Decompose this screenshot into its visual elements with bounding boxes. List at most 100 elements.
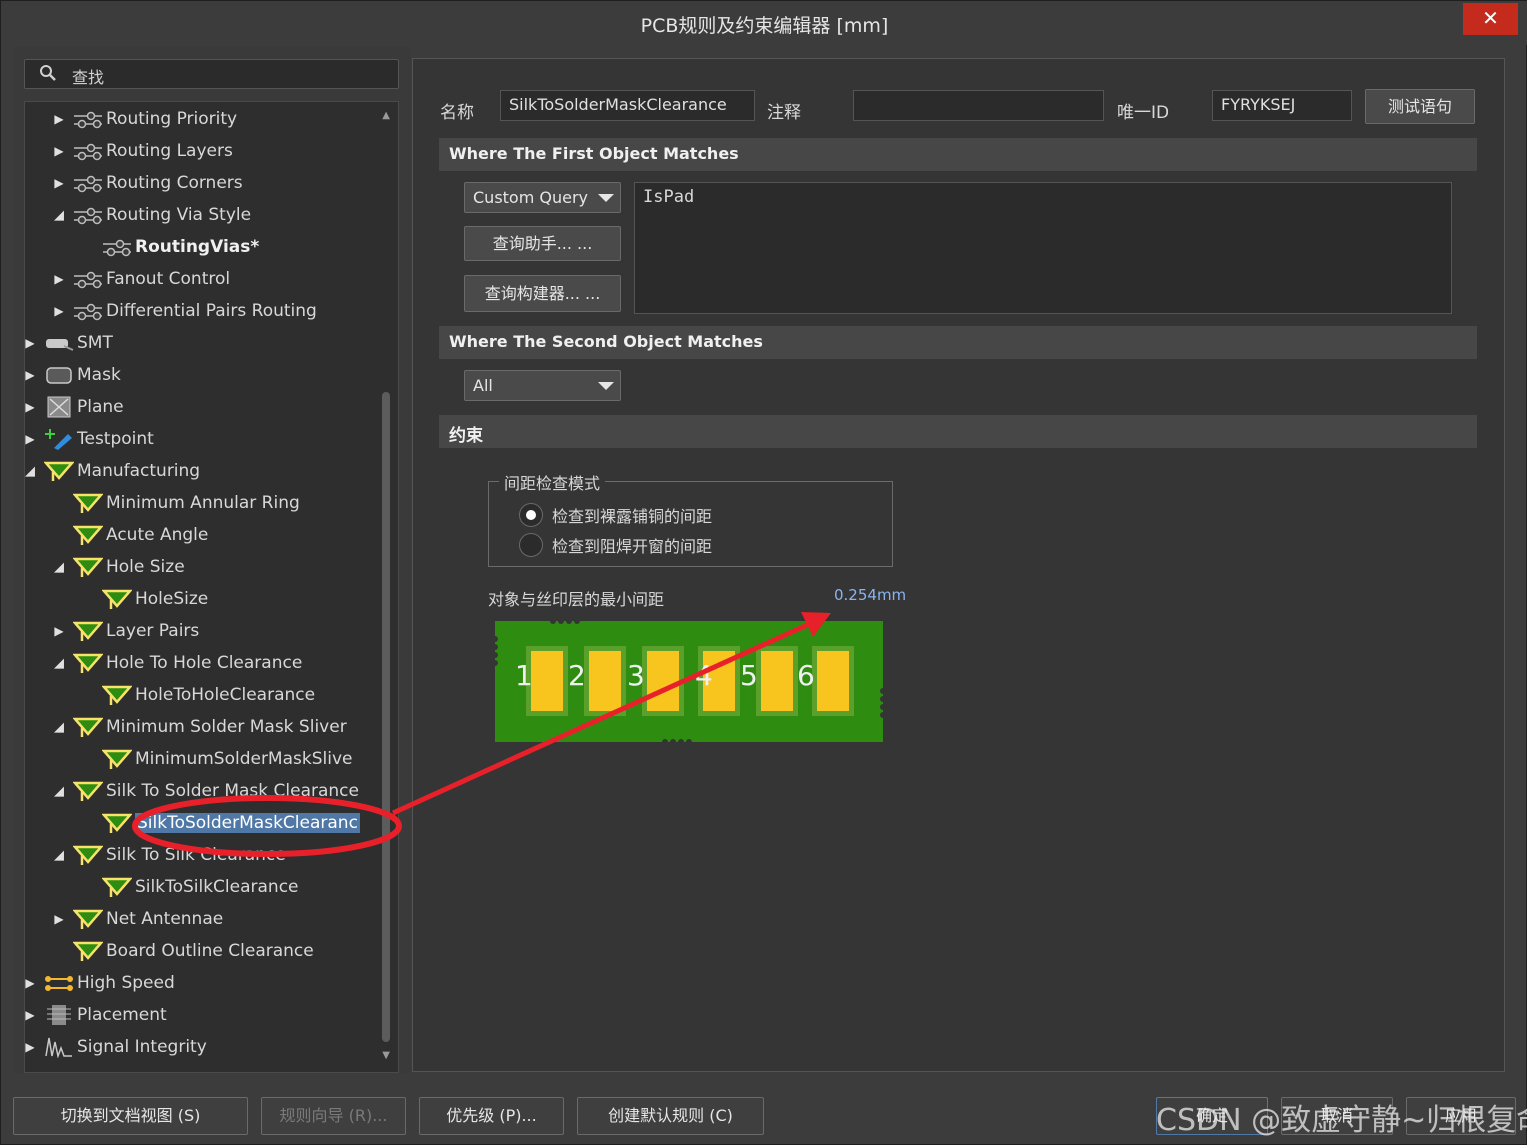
tree-item-label: MinimumSolderMaskSlive bbox=[135, 749, 353, 769]
tree-item[interactable]: MinimumSolderMaskSlive bbox=[102, 744, 352, 774]
tree-item[interactable]: ▶ High Speed bbox=[25, 968, 174, 998]
tree-item[interactable]: ▶ Routing Layers bbox=[52, 136, 232, 166]
expanded-arrow-icon[interactable]: ◢ bbox=[52, 656, 66, 671]
pad bbox=[526, 646, 568, 716]
tree-item[interactable]: ◢ Hole To Hole Clearance bbox=[52, 648, 302, 678]
collapsed-arrow-icon[interactable]: ▶ bbox=[52, 144, 66, 158]
tree-item[interactable]: ▶ Layer Pairs bbox=[52, 616, 199, 646]
tree-item[interactable]: ▶ Mask bbox=[25, 360, 120, 390]
tree-item[interactable]: ◢ Routing Via Style bbox=[52, 200, 251, 230]
collapsed-arrow-icon[interactable]: ▶ bbox=[25, 400, 37, 414]
tree-item[interactable]: SilkToSilkClearance bbox=[102, 872, 299, 902]
tree-item[interactable]: ▶ SMT bbox=[25, 328, 112, 358]
tree-item-label: Plane bbox=[77, 397, 124, 417]
manufacturing-icon bbox=[102, 684, 132, 706]
expanded-arrow-icon[interactable]: ◢ bbox=[52, 784, 66, 799]
tree-item[interactable]: ▶ Plane bbox=[25, 392, 124, 422]
second-object-dropdown[interactable]: All bbox=[464, 370, 621, 401]
rules-tree[interactable]: ▲ ▼ ▶ Routing Priority ▶ Routing Layers ▶ Rou… bbox=[24, 101, 399, 1073]
create-default-rules-button[interactable]: 创建默认规则 (C) bbox=[577, 1097, 764, 1135]
scroll-down-icon[interactable]: ▼ bbox=[382, 1050, 390, 1061]
tree-item-label: Minimum Annular Ring bbox=[106, 493, 300, 513]
clearance-preview-image: 1 2 3 45 6 bbox=[495, 621, 883, 742]
expanded-arrow-icon[interactable]: ◢ bbox=[52, 208, 66, 223]
expanded-arrow-icon[interactable]: ◢ bbox=[52, 720, 66, 735]
manufacturing-icon bbox=[102, 588, 132, 610]
tree-item[interactable]: Acute Angle bbox=[73, 520, 208, 550]
query-editor[interactable]: IsPad bbox=[634, 182, 1452, 314]
tree-item-label: Silk To Silk Clearance bbox=[106, 845, 286, 865]
tree-item[interactable]: HoleToHoleClearance bbox=[102, 680, 315, 710]
rule-wizard-button[interactable]: 规则向导 (R)... bbox=[261, 1097, 406, 1135]
collapsed-arrow-icon[interactable]: ▶ bbox=[25, 432, 37, 446]
close-button[interactable]: ✕ bbox=[1463, 3, 1518, 35]
plane-icon bbox=[44, 396, 74, 418]
comment-field[interactable] bbox=[853, 90, 1104, 121]
tree-item[interactable]: ◢ Minimum Solder Mask Sliver bbox=[52, 712, 347, 742]
first-object-dropdown[interactable]: Custom Query bbox=[464, 182, 621, 213]
tree-item[interactable]: ▶ Routing Corners bbox=[52, 168, 242, 198]
search-input[interactable]: 查找 bbox=[24, 59, 399, 89]
tree-item[interactable]: SilkToSolderMaskClearanc bbox=[102, 808, 360, 838]
tree-item[interactable]: ▶ Net Antennae bbox=[52, 904, 223, 934]
collapsed-arrow-icon[interactable]: ▶ bbox=[52, 624, 66, 638]
mask-icon bbox=[44, 364, 74, 386]
tree-item[interactable]: ▶ Signal Integrity bbox=[25, 1032, 207, 1062]
tree-item[interactable]: Minimum Annular Ring bbox=[73, 488, 300, 518]
routing-icon bbox=[73, 172, 103, 194]
tree-item[interactable]: Board Outline Clearance bbox=[73, 936, 314, 966]
collapsed-arrow-icon[interactable]: ▶ bbox=[25, 368, 37, 382]
test-query-button[interactable]: 测试语句 bbox=[1365, 89, 1475, 124]
pad bbox=[584, 646, 626, 716]
collapsed-arrow-icon[interactable]: ▶ bbox=[25, 336, 37, 350]
tree-item[interactable]: ▶ Placement bbox=[25, 1000, 167, 1030]
tree-item[interactable]: ◢ Silk To Silk Clearance bbox=[52, 840, 286, 870]
tree-item[interactable]: HoleSize bbox=[102, 584, 208, 614]
tree-item-label: Minimum Solder Mask Sliver bbox=[106, 717, 347, 737]
chevron-down-icon bbox=[598, 194, 614, 202]
expanded-arrow-icon[interactable]: ◢ bbox=[25, 464, 37, 479]
rules-tree-panel: 查找 ▲ ▼ ▶ Routing Priority ▶ Routing Layers ▶… bbox=[13, 47, 411, 1073]
collapsed-arrow-icon[interactable]: ▶ bbox=[52, 112, 66, 126]
tree-item[interactable]: ▶ Testpoint bbox=[25, 424, 154, 454]
query-builder-button[interactable]: 查询构建器... ... bbox=[464, 275, 621, 312]
collapsed-arrow-icon[interactable]: ▶ bbox=[52, 176, 66, 190]
tree-item-label: Signal Integrity bbox=[77, 1037, 207, 1057]
tree-item[interactable]: ◢ Manufacturing bbox=[25, 456, 200, 486]
scrollbar-thumb[interactable] bbox=[382, 392, 390, 1042]
priority-button[interactable]: 优先级 (P)... bbox=[419, 1097, 564, 1135]
collapsed-arrow-icon[interactable]: ▶ bbox=[25, 1040, 37, 1054]
routing-icon bbox=[73, 204, 103, 226]
title-bar: PCB规则及约束编辑器 [mm] ✕ bbox=[1, 1, 1527, 45]
collapsed-arrow-icon[interactable]: ▶ bbox=[52, 912, 66, 926]
highspeed-icon bbox=[44, 972, 74, 994]
tree-item[interactable]: ▶ Differential Pairs Routing bbox=[52, 296, 316, 326]
switch-document-view-button[interactable]: 切换到文档视图 (S) bbox=[13, 1097, 248, 1135]
scroll-up-icon[interactable]: ▲ bbox=[382, 110, 390, 121]
manufacturing-icon bbox=[73, 844, 103, 866]
window-title: PCB规则及约束编辑器 [mm] bbox=[640, 15, 889, 37]
collapsed-arrow-icon[interactable]: ▶ bbox=[52, 304, 66, 318]
tree-item[interactable]: ▶ Routing Priority bbox=[52, 104, 237, 134]
routing-icon bbox=[73, 268, 103, 290]
collapsed-arrow-icon[interactable]: ▶ bbox=[25, 1008, 37, 1022]
tree-item[interactable]: ▶ Fanout Control bbox=[52, 264, 230, 294]
tree-item[interactable]: ◢ Hole Size bbox=[52, 552, 185, 582]
pad-number: 2 bbox=[568, 659, 586, 692]
tree-item[interactable]: RoutingVias* bbox=[102, 232, 259, 262]
radio-solder-mask-opening[interactable]: 检查到阻焊开窗的间距 bbox=[519, 533, 712, 557]
manufacturing-icon bbox=[73, 940, 103, 962]
expanded-arrow-icon[interactable]: ◢ bbox=[52, 848, 66, 863]
smt-icon bbox=[44, 332, 74, 354]
expanded-arrow-icon[interactable]: ◢ bbox=[52, 560, 66, 575]
tree-item[interactable]: ◢ Silk To Solder Mask Clearance bbox=[52, 776, 359, 806]
min-clearance-value[interactable]: 0.254mm bbox=[834, 586, 906, 604]
query-helper-button[interactable]: 查询助手... ... bbox=[464, 226, 621, 261]
second-object-header: Where The Second Object Matches bbox=[439, 326, 1477, 359]
name-field[interactable]: SilkToSolderMaskClearance bbox=[500, 90, 755, 121]
unique-id-field[interactable]: FYRYKSEJ bbox=[1212, 90, 1352, 121]
radio-exposed-copper-label: 检查到裸露铺铜的间距 bbox=[552, 507, 713, 526]
collapsed-arrow-icon[interactable]: ▶ bbox=[52, 272, 66, 286]
collapsed-arrow-icon[interactable]: ▶ bbox=[25, 976, 37, 990]
radio-exposed-copper[interactable]: 检查到裸露铺铜的间距 bbox=[519, 503, 712, 527]
